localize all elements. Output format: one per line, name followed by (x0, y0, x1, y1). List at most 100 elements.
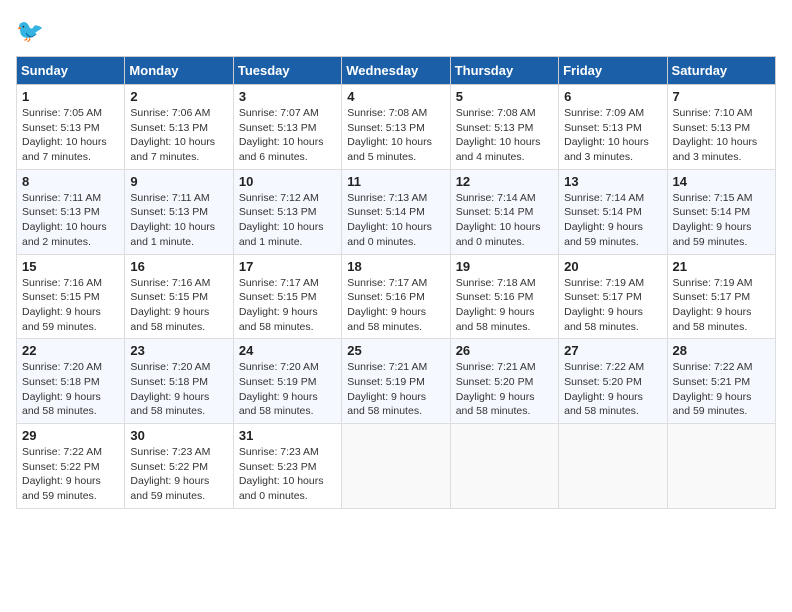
calendar-cell: 13 Sunrise: 7:14 AM Sunset: 5:14 PM Dayl… (559, 169, 667, 254)
day-header-friday: Friday (559, 57, 667, 85)
sunrise-label: Sunrise: 7:16 AM (22, 277, 102, 289)
calendar-cell: 30 Sunrise: 7:23 AM Sunset: 5:22 PM Dayl… (125, 424, 233, 509)
calendar-cell: 14 Sunrise: 7:15 AM Sunset: 5:14 PM Dayl… (667, 169, 775, 254)
day-number: 19 (456, 259, 553, 274)
sunrise-label: Sunrise: 7:05 AM (22, 107, 102, 119)
daylight-label: Daylight: 9 hours and 59 minutes. (673, 391, 752, 418)
cell-info: Sunrise: 7:11 AM Sunset: 5:13 PM Dayligh… (22, 191, 119, 250)
cell-info: Sunrise: 7:18 AM Sunset: 5:16 PM Dayligh… (456, 276, 553, 335)
sunset-label: Sunset: 5:17 PM (673, 291, 751, 303)
calendar-week-3: 15 Sunrise: 7:16 AM Sunset: 5:15 PM Dayl… (17, 254, 776, 339)
sunrise-label: Sunrise: 7:07 AM (239, 107, 319, 119)
day-header-sunday: Sunday (17, 57, 125, 85)
cell-info: Sunrise: 7:09 AM Sunset: 5:13 PM Dayligh… (564, 106, 661, 165)
sunrise-label: Sunrise: 7:20 AM (239, 361, 319, 373)
sunset-label: Sunset: 5:19 PM (239, 376, 317, 388)
sunrise-label: Sunrise: 7:08 AM (347, 107, 427, 119)
sunrise-label: Sunrise: 7:18 AM (456, 277, 536, 289)
daylight-label: Daylight: 10 hours and 7 minutes. (130, 136, 215, 163)
cell-info: Sunrise: 7:22 AM Sunset: 5:21 PM Dayligh… (673, 360, 770, 419)
cell-info: Sunrise: 7:06 AM Sunset: 5:13 PM Dayligh… (130, 106, 227, 165)
sunrise-label: Sunrise: 7:17 AM (347, 277, 427, 289)
daylight-label: Daylight: 10 hours and 3 minutes. (564, 136, 649, 163)
daylight-label: Daylight: 9 hours and 59 minutes. (564, 221, 643, 248)
sunrise-label: Sunrise: 7:11 AM (22, 192, 101, 204)
day-header-monday: Monday (125, 57, 233, 85)
day-number: 28 (673, 343, 770, 358)
calendar-cell: 22 Sunrise: 7:20 AM Sunset: 5:18 PM Dayl… (17, 339, 125, 424)
sunset-label: Sunset: 5:15 PM (130, 291, 208, 303)
sunset-label: Sunset: 5:14 PM (564, 206, 642, 218)
sunset-label: Sunset: 5:14 PM (456, 206, 534, 218)
daylight-label: Daylight: 9 hours and 59 minutes. (673, 221, 752, 248)
day-number: 25 (347, 343, 444, 358)
daylight-label: Daylight: 10 hours and 0 minutes. (347, 221, 432, 248)
day-number: 6 (564, 89, 661, 104)
calendar-cell (450, 424, 558, 509)
daylight-label: Daylight: 10 hours and 0 minutes. (456, 221, 541, 248)
sunset-label: Sunset: 5:21 PM (673, 376, 751, 388)
day-number: 1 (22, 89, 119, 104)
day-number: 23 (130, 343, 227, 358)
cell-info: Sunrise: 7:23 AM Sunset: 5:22 PM Dayligh… (130, 445, 227, 504)
calendar-cell: 2 Sunrise: 7:06 AM Sunset: 5:13 PM Dayli… (125, 85, 233, 170)
day-number: 10 (239, 174, 336, 189)
calendar-cell: 6 Sunrise: 7:09 AM Sunset: 5:13 PM Dayli… (559, 85, 667, 170)
daylight-label: Daylight: 9 hours and 58 minutes. (347, 306, 426, 333)
sunrise-label: Sunrise: 7:12 AM (239, 192, 319, 204)
cell-info: Sunrise: 7:16 AM Sunset: 5:15 PM Dayligh… (130, 276, 227, 335)
cell-info: Sunrise: 7:22 AM Sunset: 5:20 PM Dayligh… (564, 360, 661, 419)
calendar-cell: 18 Sunrise: 7:17 AM Sunset: 5:16 PM Dayl… (342, 254, 450, 339)
day-number: 9 (130, 174, 227, 189)
sunset-label: Sunset: 5:23 PM (239, 461, 317, 473)
calendar-cell: 8 Sunrise: 7:11 AM Sunset: 5:13 PM Dayli… (17, 169, 125, 254)
cell-info: Sunrise: 7:22 AM Sunset: 5:22 PM Dayligh… (22, 445, 119, 504)
sunset-label: Sunset: 5:13 PM (130, 206, 208, 218)
calendar-cell: 25 Sunrise: 7:21 AM Sunset: 5:19 PM Dayl… (342, 339, 450, 424)
sunrise-label: Sunrise: 7:06 AM (130, 107, 210, 119)
sunrise-label: Sunrise: 7:13 AM (347, 192, 427, 204)
calendar-cell: 31 Sunrise: 7:23 AM Sunset: 5:23 PM Dayl… (233, 424, 341, 509)
day-number: 24 (239, 343, 336, 358)
calendar-cell (559, 424, 667, 509)
sunset-label: Sunset: 5:13 PM (456, 122, 534, 134)
calendar-week-5: 29 Sunrise: 7:22 AM Sunset: 5:22 PM Dayl… (17, 424, 776, 509)
day-number: 7 (673, 89, 770, 104)
daylight-label: Daylight: 9 hours and 58 minutes. (22, 391, 101, 418)
cell-info: Sunrise: 7:13 AM Sunset: 5:14 PM Dayligh… (347, 191, 444, 250)
daylight-label: Daylight: 10 hours and 2 minutes. (22, 221, 107, 248)
sunrise-label: Sunrise: 7:23 AM (239, 446, 319, 458)
calendar-cell: 28 Sunrise: 7:22 AM Sunset: 5:21 PM Dayl… (667, 339, 775, 424)
sunrise-label: Sunrise: 7:22 AM (22, 446, 102, 458)
sunset-label: Sunset: 5:13 PM (564, 122, 642, 134)
sunset-label: Sunset: 5:14 PM (673, 206, 751, 218)
daylight-label: Daylight: 9 hours and 58 minutes. (456, 391, 535, 418)
sunrise-label: Sunrise: 7:23 AM (130, 446, 210, 458)
daylight-label: Daylight: 9 hours and 58 minutes. (564, 306, 643, 333)
calendar-cell: 26 Sunrise: 7:21 AM Sunset: 5:20 PM Dayl… (450, 339, 558, 424)
day-number: 8 (22, 174, 119, 189)
sunrise-label: Sunrise: 7:22 AM (564, 361, 644, 373)
sunset-label: Sunset: 5:18 PM (130, 376, 208, 388)
calendar-header-row: SundayMondayTuesdayWednesdayThursdayFrid… (17, 57, 776, 85)
calendar-table: SundayMondayTuesdayWednesdayThursdayFrid… (16, 56, 776, 509)
sunrise-label: Sunrise: 7:14 AM (456, 192, 536, 204)
sunrise-label: Sunrise: 7:09 AM (564, 107, 644, 119)
day-number: 29 (22, 428, 119, 443)
day-number: 27 (564, 343, 661, 358)
sunset-label: Sunset: 5:13 PM (673, 122, 751, 134)
daylight-label: Daylight: 9 hours and 58 minutes. (239, 306, 318, 333)
calendar-cell: 17 Sunrise: 7:17 AM Sunset: 5:15 PM Dayl… (233, 254, 341, 339)
cell-info: Sunrise: 7:17 AM Sunset: 5:15 PM Dayligh… (239, 276, 336, 335)
calendar-cell: 20 Sunrise: 7:19 AM Sunset: 5:17 PM Dayl… (559, 254, 667, 339)
sunrise-label: Sunrise: 7:20 AM (130, 361, 210, 373)
day-number: 12 (456, 174, 553, 189)
cell-info: Sunrise: 7:08 AM Sunset: 5:13 PM Dayligh… (456, 106, 553, 165)
cell-info: Sunrise: 7:21 AM Sunset: 5:20 PM Dayligh… (456, 360, 553, 419)
daylight-label: Daylight: 10 hours and 6 minutes. (239, 136, 324, 163)
sunset-label: Sunset: 5:17 PM (564, 291, 642, 303)
sunrise-label: Sunrise: 7:10 AM (673, 107, 753, 119)
daylight-label: Daylight: 9 hours and 58 minutes. (130, 391, 209, 418)
daylight-label: Daylight: 10 hours and 1 minute. (239, 221, 324, 248)
sunset-label: Sunset: 5:13 PM (130, 122, 208, 134)
